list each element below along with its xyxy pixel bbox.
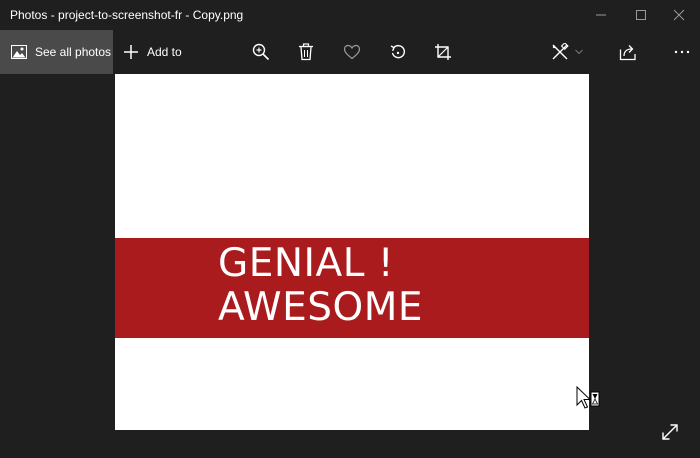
more-icon bbox=[674, 50, 690, 54]
favorite-button[interactable] bbox=[334, 30, 370, 74]
zoom-in-icon bbox=[252, 43, 270, 61]
plus-icon bbox=[124, 45, 138, 59]
picture-icon bbox=[11, 45, 27, 59]
see-all-photos-label: See all photos bbox=[35, 45, 112, 59]
close-icon bbox=[673, 9, 685, 21]
banner-text-line2: AWESOME bbox=[218, 285, 423, 330]
edit-and-create-button[interactable] bbox=[544, 30, 590, 74]
more-options-button[interactable] bbox=[664, 30, 700, 74]
busy-cursor-icon bbox=[576, 385, 602, 417]
expand-icon bbox=[662, 424, 678, 440]
zoom-button[interactable] bbox=[243, 30, 279, 74]
chevron-down-icon bbox=[575, 49, 583, 55]
draw-edit-icon bbox=[552, 43, 569, 60]
add-to-label: Add to bbox=[147, 45, 182, 59]
full-screen-button[interactable] bbox=[656, 418, 684, 446]
minimize-icon bbox=[596, 14, 606, 16]
rotate-icon bbox=[390, 45, 406, 59]
photo-canvas: GENIAL ! AWESOME bbox=[115, 74, 589, 430]
red-banner: GENIAL ! AWESOME bbox=[115, 238, 589, 338]
share-icon bbox=[619, 45, 636, 61]
add-to-button[interactable]: Add to bbox=[117, 30, 182, 74]
maximize-icon bbox=[636, 10, 646, 20]
crop-button[interactable] bbox=[425, 30, 461, 74]
trash-icon bbox=[299, 43, 313, 61]
see-all-photos-button[interactable]: See all photos bbox=[0, 30, 113, 74]
share-button[interactable] bbox=[610, 30, 646, 74]
crop-icon bbox=[435, 44, 451, 60]
banner-text-line1: GENIAL ! bbox=[218, 241, 394, 286]
window-title: Photos - project-to-screenshot-fr - Copy… bbox=[10, 8, 244, 22]
rotate-button[interactable] bbox=[380, 30, 416, 74]
heart-icon bbox=[343, 44, 361, 60]
toolbar: See all photos Add to bbox=[0, 30, 700, 74]
close-button[interactable] bbox=[656, 0, 700, 30]
delete-button[interactable] bbox=[288, 30, 324, 74]
